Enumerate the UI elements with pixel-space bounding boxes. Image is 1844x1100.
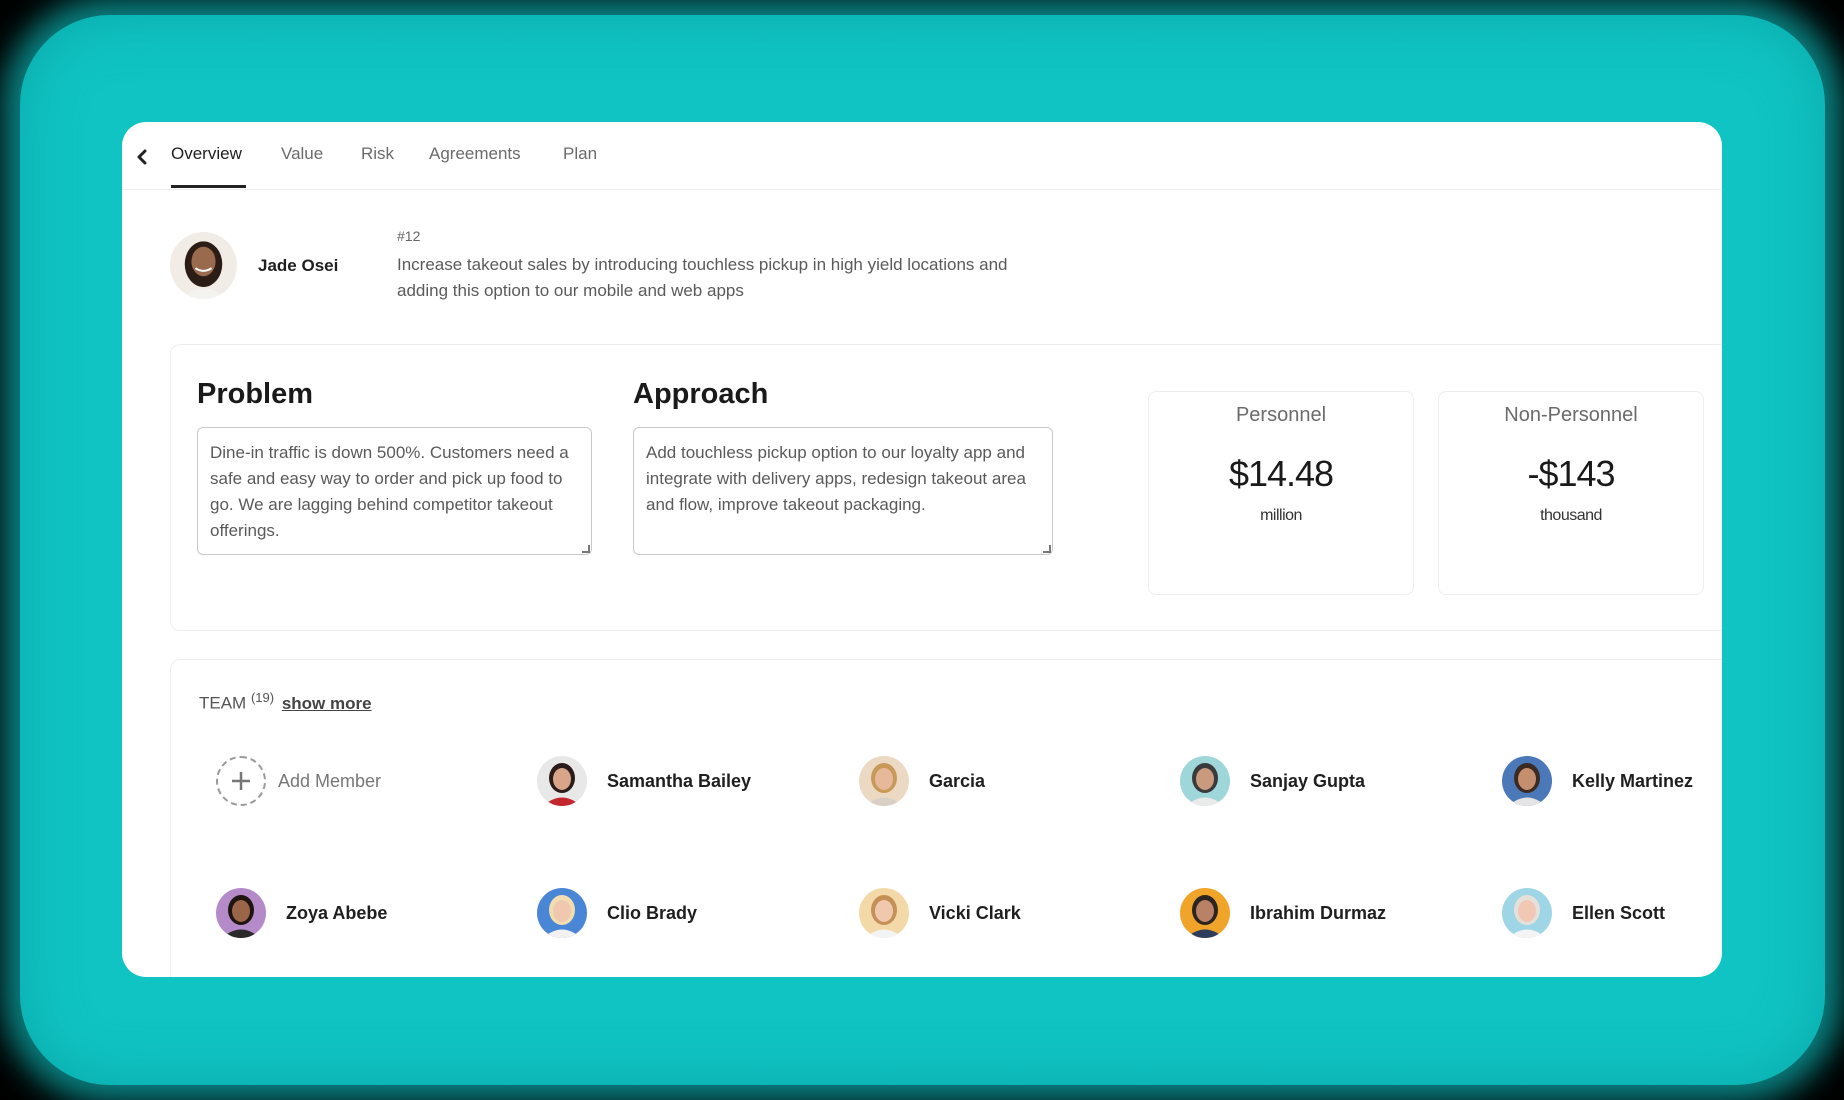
problem-textarea[interactable]: Dine-in traffic is down 500%. Customers … bbox=[197, 427, 592, 555]
metric-value: $14.48 bbox=[1228, 453, 1334, 494]
main-card: Overview Value Risk Agreements Plan Jade… bbox=[122, 122, 1722, 977]
team-member[interactable]: Ibrahim Durmaz bbox=[1180, 888, 1386, 938]
member-avatar bbox=[216, 888, 266, 938]
personnel-card: Personnel $14.48 million bbox=[1148, 391, 1414, 595]
team-member[interactable]: Garcia bbox=[859, 756, 985, 806]
metric-value: -$143 bbox=[1527, 453, 1615, 494]
resize-handle-icon[interactable] bbox=[1043, 545, 1051, 553]
metric-label: Non-Personnel bbox=[1504, 404, 1638, 426]
member-avatar bbox=[859, 756, 909, 806]
member-name: Ellen Scott bbox=[1572, 902, 1666, 923]
author-name: Jade Osei bbox=[258, 256, 339, 275]
tab-bar: Overview Value Risk Agreements Plan bbox=[122, 122, 1722, 190]
team-member[interactable]: Sanjay Gupta bbox=[1180, 756, 1365, 806]
back-chevron-icon[interactable] bbox=[131, 146, 153, 168]
team-member[interactable]: Samantha Bailey bbox=[537, 756, 751, 806]
member-name: Sanjay Gupta bbox=[1250, 770, 1366, 791]
team-member[interactable]: Clio Brady bbox=[537, 888, 697, 938]
approach-title: Approach bbox=[633, 378, 769, 410]
tab-overview[interactable]: Overview bbox=[171, 144, 242, 164]
author-avatar bbox=[170, 232, 237, 299]
ticket-number: #12 bbox=[397, 228, 421, 244]
tab-risk[interactable]: Risk bbox=[361, 144, 394, 164]
problem-title: Problem bbox=[197, 378, 314, 410]
team-member[interactable]: Kelly Martinez bbox=[1502, 756, 1693, 806]
metric-unit: million bbox=[1260, 507, 1302, 524]
member-name: Samantha Bailey bbox=[607, 770, 752, 791]
approach-text: Add touchless pickup option to our loyal… bbox=[646, 443, 1026, 514]
member-avatar bbox=[1502, 756, 1552, 806]
member-name: Clio Brady bbox=[607, 902, 698, 923]
ticket-description: Increase takeout sales by introducing to… bbox=[397, 255, 1008, 300]
metric-unit: thousand bbox=[1540, 507, 1602, 524]
approach-textarea[interactable]: Add touchless pickup option to our loyal… bbox=[633, 427, 1053, 555]
add-member-icon bbox=[216, 756, 266, 806]
member-name: Zoya Abebe bbox=[286, 902, 388, 923]
member-avatar bbox=[537, 756, 587, 806]
member-avatar bbox=[1180, 888, 1230, 938]
team-label: TEAM bbox=[199, 693, 247, 713]
member-name: Garcia bbox=[929, 770, 986, 791]
member-avatar bbox=[1180, 756, 1230, 806]
non-personnel-card: Non-Personnel -$143 thousand bbox=[1438, 391, 1704, 595]
resize-handle-icon[interactable] bbox=[582, 545, 590, 553]
tab-agreements[interactable]: Agreements bbox=[429, 144, 521, 164]
team-member[interactable]: Ellen Scott bbox=[1502, 888, 1665, 938]
problem-text: Dine-in traffic is down 500%. Customers … bbox=[210, 443, 569, 540]
member-name: Kelly Martinez bbox=[1572, 770, 1694, 791]
member-name: Ibrahim Durmaz bbox=[1250, 902, 1387, 923]
add-member-label: Add Member bbox=[278, 770, 382, 791]
member-avatar bbox=[1502, 888, 1552, 938]
tab-value[interactable]: Value bbox=[281, 144, 323, 164]
team-member[interactable]: Vicki Clark bbox=[859, 888, 1021, 938]
team-heading: TEAM (19) show more bbox=[199, 690, 372, 714]
add-member-button[interactable]: Add Member bbox=[216, 756, 381, 806]
tab-plan[interactable]: Plan bbox=[563, 144, 597, 164]
team-member[interactable]: Zoya Abebe bbox=[216, 888, 387, 938]
show-more-link[interactable]: show more bbox=[282, 694, 372, 713]
member-name: Vicki Clark bbox=[929, 902, 1021, 923]
metric-label: Personnel bbox=[1235, 404, 1327, 426]
member-avatar bbox=[537, 888, 587, 938]
active-tab-indicator bbox=[171, 185, 246, 188]
team-count: (19) bbox=[250, 690, 275, 705]
member-avatar bbox=[859, 888, 909, 938]
